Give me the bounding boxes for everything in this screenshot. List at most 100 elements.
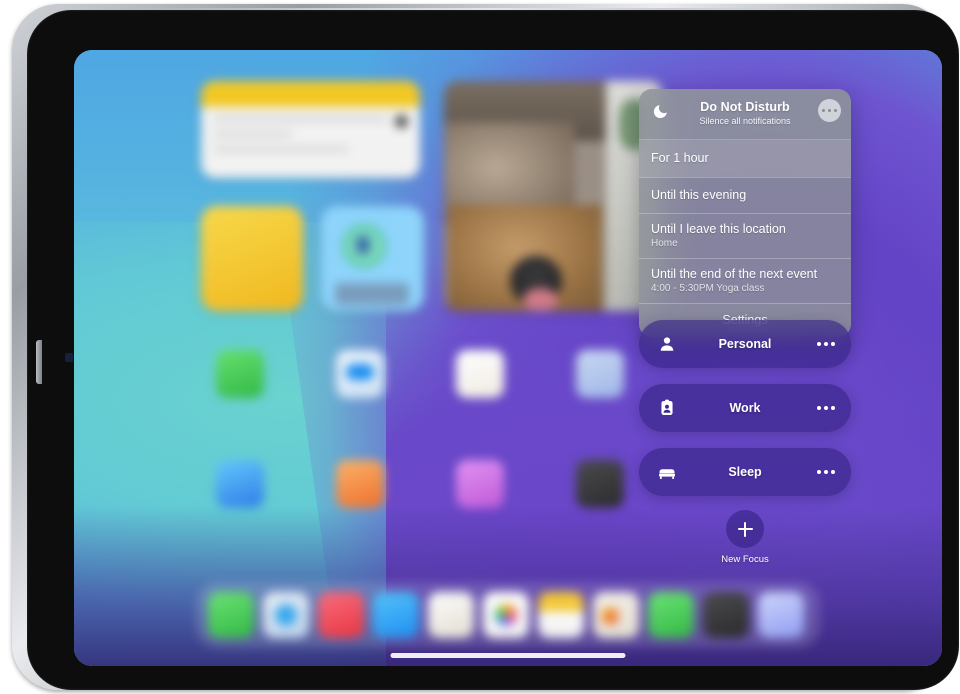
dock-icon-facetime[interactable] bbox=[648, 592, 694, 638]
dock-icon-safari[interactable] bbox=[263, 592, 309, 638]
dock-icon-files[interactable] bbox=[538, 592, 584, 638]
dock-icon-notes[interactable] bbox=[428, 592, 474, 638]
dock-icon-keynote[interactable] bbox=[593, 592, 639, 638]
do-not-disturb-title: Do Not Disturb bbox=[700, 100, 790, 114]
wallpaper-teal-swoosh bbox=[74, 222, 769, 617]
photo-region bbox=[444, 122, 576, 224]
dock bbox=[196, 582, 820, 648]
screenshot-root: Do Not Disturb Silence all notifications… bbox=[0, 0, 960, 694]
menu-item-title: Until I leave this location bbox=[651, 222, 786, 236]
do-not-disturb-header: Do Not Disturb Silence all notifications bbox=[639, 89, 851, 140]
app-icon-music[interactable] bbox=[336, 460, 384, 508]
news-widget-badge bbox=[395, 115, 408, 128]
news-widget-header bbox=[201, 81, 420, 107]
ellipsis-dot bbox=[824, 342, 828, 346]
news-widget[interactable] bbox=[201, 81, 420, 178]
home-indicator[interactable] bbox=[390, 653, 626, 658]
app-icon-mail[interactable] bbox=[336, 350, 384, 398]
menu-item-until-end-of-next-event[interactable]: Until the end of the next event 4:00 - 5… bbox=[639, 258, 851, 303]
focus-mode-label: Sleep bbox=[728, 465, 762, 479]
do-not-disturb-menu: Do Not Disturb Silence all notifications… bbox=[639, 89, 851, 337]
dock-icon-music[interactable] bbox=[318, 592, 364, 638]
app-icon-messages[interactable] bbox=[216, 350, 264, 398]
ellipsis-button[interactable] bbox=[818, 99, 841, 122]
focus-mode-personal[interactable]: Personal bbox=[639, 320, 851, 368]
news-widget-line bbox=[213, 146, 349, 152]
photo-region bbox=[448, 205, 602, 311]
do-not-disturb-subtitle: Silence all notifications bbox=[699, 116, 791, 126]
app-icon-maps[interactable] bbox=[576, 350, 624, 398]
photo-region bbox=[444, 81, 663, 141]
menu-item-title: Until the end of the next event bbox=[651, 267, 818, 281]
wallpaper-purple-swoosh bbox=[245, 50, 942, 666]
wallpaper-bottom-shade bbox=[74, 505, 942, 666]
ellipsis-dot bbox=[817, 342, 821, 346]
focus-mode-sleep[interactable]: Sleep bbox=[639, 448, 851, 496]
ellipsis-dot bbox=[824, 406, 828, 410]
ellipsis-dot bbox=[827, 108, 832, 113]
menu-item-for-1-hour[interactable]: For 1 hour bbox=[639, 140, 851, 177]
news-widget-line bbox=[213, 116, 389, 122]
ellipsis-dot bbox=[831, 406, 835, 410]
id-badge-icon bbox=[661, 399, 673, 416]
dock-icon-keynote-glyph bbox=[602, 608, 618, 624]
device-screen: Do Not Disturb Silence all notifications… bbox=[74, 50, 942, 666]
menu-item-title: For 1 hour bbox=[651, 151, 709, 165]
home-screen-content bbox=[74, 50, 942, 666]
photo-region bbox=[606, 81, 663, 311]
photos-widget[interactable] bbox=[444, 81, 663, 311]
menu-item-subtitle: Home bbox=[651, 238, 678, 249]
device-frame-outer: Do Not Disturb Silence all notifications… bbox=[12, 4, 959, 690]
ellipsis-button[interactable] bbox=[817, 406, 835, 410]
photo-region bbox=[509, 255, 563, 307]
dock-icon-appstore[interactable] bbox=[758, 592, 804, 638]
focus-mode-label: Work bbox=[729, 401, 761, 415]
menu-item-title: Until this evening bbox=[651, 188, 747, 202]
side-button[interactable] bbox=[36, 340, 42, 384]
dock-icon-safari-glyph bbox=[275, 604, 297, 626]
ellipsis-button[interactable] bbox=[817, 470, 835, 474]
settings-button[interactable]: Settings bbox=[639, 303, 851, 337]
focus-mode-work[interactable]: Work bbox=[639, 384, 851, 432]
dock-icon-mail[interactable] bbox=[373, 592, 419, 638]
device-frame: Do Not Disturb Silence all notifications… bbox=[27, 10, 959, 690]
ellipsis-button[interactable] bbox=[817, 342, 835, 346]
app-icon-notes[interactable] bbox=[456, 350, 504, 398]
side-connector-icon bbox=[65, 353, 73, 362]
person-icon bbox=[660, 337, 674, 351]
ellipsis-dot bbox=[831, 470, 835, 474]
focus-mode-label: Personal bbox=[718, 337, 772, 351]
new-focus-button[interactable] bbox=[726, 510, 764, 548]
app-icon-mail-glyph bbox=[346, 364, 374, 380]
wallpaper bbox=[74, 50, 942, 666]
moon-icon bbox=[653, 105, 667, 119]
bed-icon bbox=[659, 469, 675, 479]
dock-icon-podcasts[interactable] bbox=[703, 592, 749, 638]
menu-item-subtitle: 4:00 - 5:30PM Yoga class bbox=[651, 283, 765, 294]
dock-icon-messages[interactable] bbox=[208, 592, 254, 638]
ellipsis-dot bbox=[817, 406, 821, 410]
photo-region bbox=[619, 99, 650, 150]
app-icon-settings[interactable] bbox=[576, 460, 624, 508]
wallpaper-purple-swoosh-2 bbox=[386, 259, 942, 666]
plus-icon bbox=[737, 521, 753, 537]
ellipsis-dot bbox=[821, 108, 826, 113]
ellipsis-dot bbox=[824, 470, 828, 474]
news-widget-line bbox=[213, 131, 292, 137]
ellipsis-dot bbox=[817, 470, 821, 474]
wallpaper-base bbox=[74, 50, 942, 666]
wallpaper-green-accent bbox=[430, 164, 707, 417]
fitness-widget-caption bbox=[335, 283, 409, 305]
fitness-widget[interactable] bbox=[321, 206, 424, 311]
menu-item-until-this-evening[interactable]: Until this evening bbox=[639, 177, 851, 213]
new-focus-label: New Focus bbox=[721, 554, 769, 565]
app-icon-appstore[interactable] bbox=[216, 460, 264, 508]
fitness-ring-icon bbox=[342, 224, 386, 268]
photo-region bbox=[522, 288, 558, 311]
dock-icon-photos[interactable] bbox=[483, 592, 529, 638]
notes-widget[interactable] bbox=[201, 206, 303, 311]
app-icon-photos[interactable] bbox=[456, 460, 504, 508]
ellipsis-dot bbox=[833, 108, 838, 113]
ellipsis-dot bbox=[831, 342, 835, 346]
menu-item-until-i-leave-this-location[interactable]: Until I leave this location Home bbox=[639, 213, 851, 258]
